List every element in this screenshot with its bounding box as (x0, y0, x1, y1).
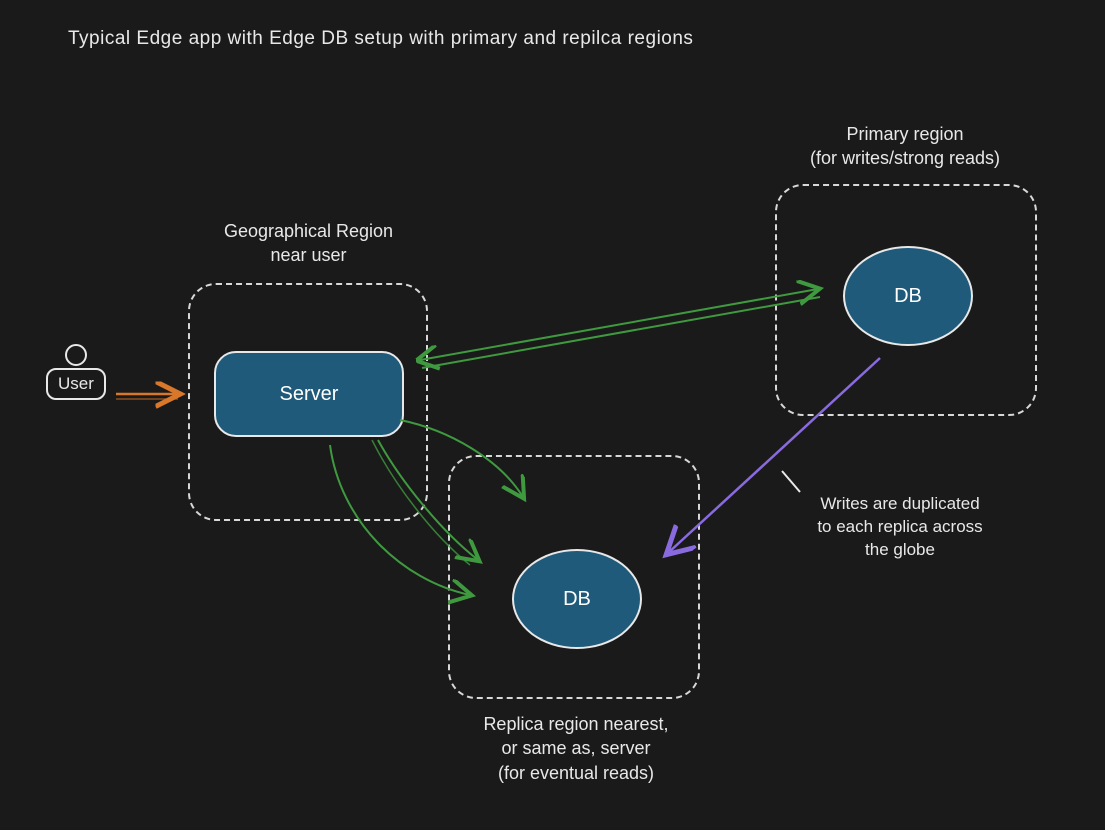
server-label: Server (280, 383, 339, 406)
primary-region-label: Primary region (for writes/strong reads) (760, 122, 1050, 171)
primary-db-label: DB (894, 285, 922, 308)
user-icon: User (46, 344, 106, 400)
user-head-icon (65, 344, 87, 366)
replica-db-label: DB (563, 588, 591, 611)
geo-region-label: Geographical Region near user (206, 219, 411, 268)
arrow-server-to-primary (420, 289, 818, 360)
user-label: User (46, 368, 106, 400)
replica-db-node: DB (512, 549, 642, 649)
note-leader-line (782, 471, 800, 492)
replica-region-label: Replica region nearest, or same as, serv… (441, 712, 711, 785)
server-node: Server (214, 351, 404, 437)
replication-note: Writes are duplicated to each replica ac… (790, 493, 1010, 562)
primary-db-node: DB (843, 246, 973, 346)
diagram-title: Typical Edge app with Edge DB setup with… (68, 28, 693, 50)
